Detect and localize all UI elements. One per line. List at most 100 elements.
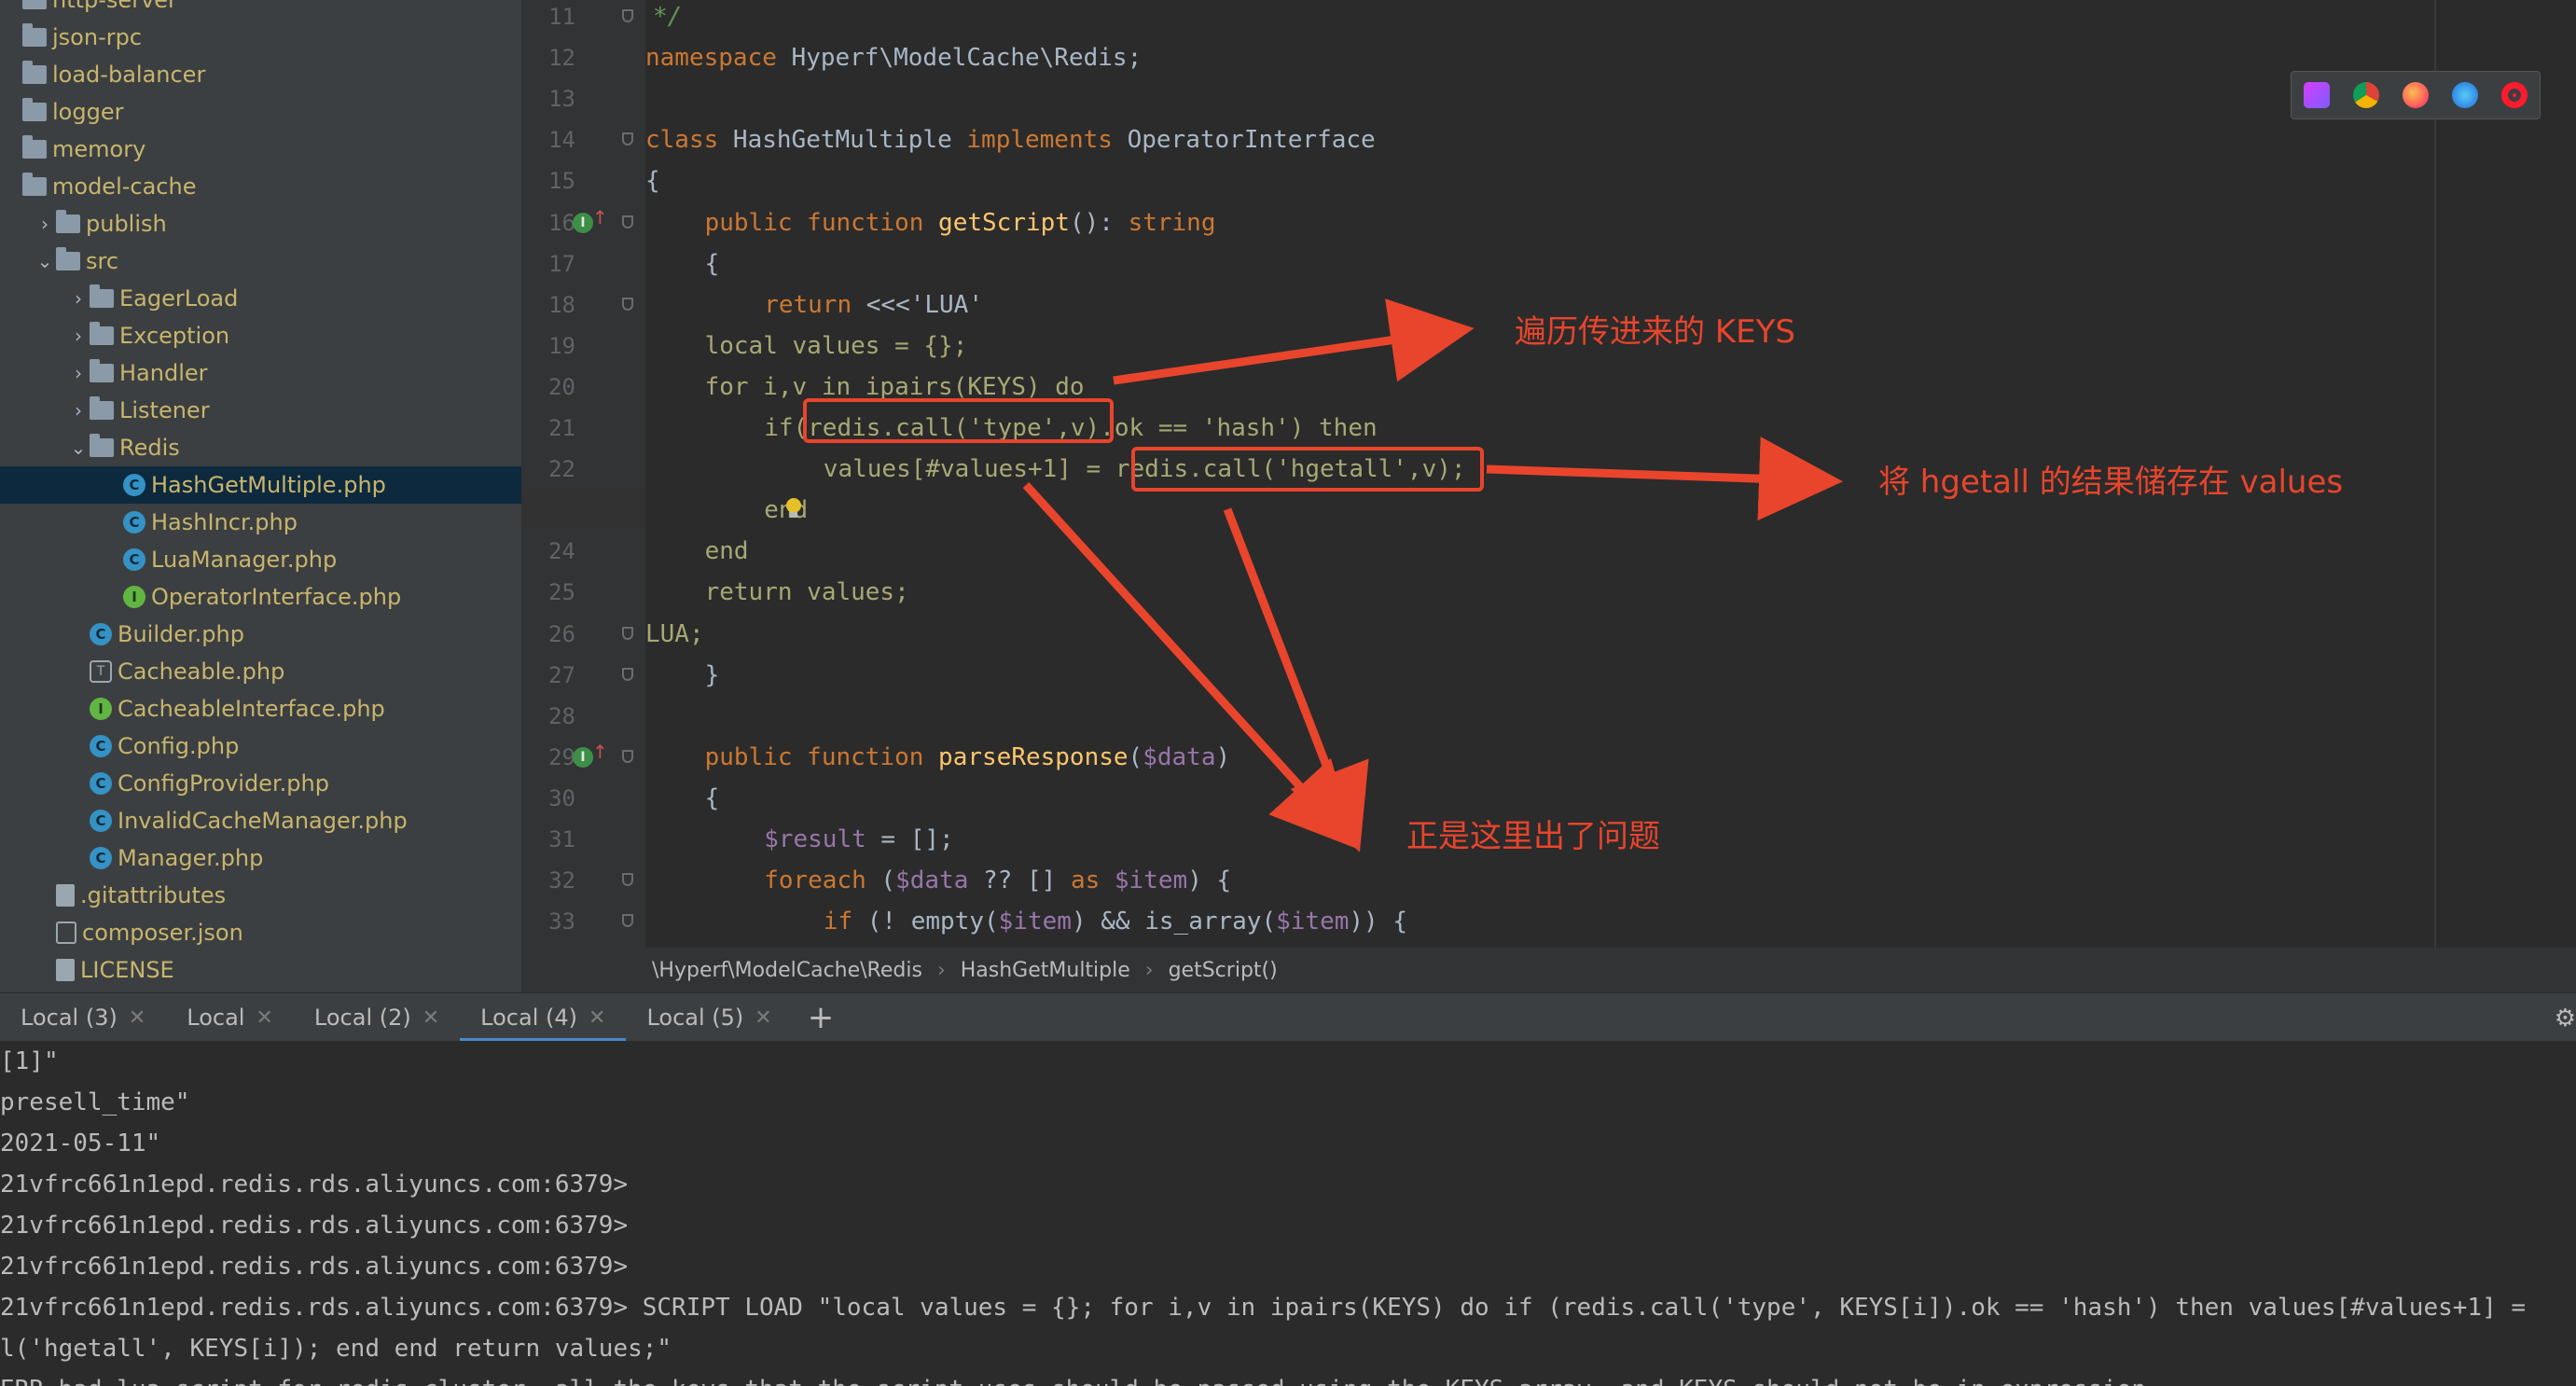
intention-bulb-icon[interactable] [783, 497, 804, 521]
code-line[interactable]: class HashGetMultiple implements Operato… [645, 119, 1376, 160]
line-number: 16 [548, 209, 575, 236]
tree-item[interactable]: http-server [0, 0, 521, 19]
tab-local-3[interactable]: Local (3) ✕ [0, 993, 166, 1042]
tree-item[interactable]: ⌄ src [0, 243, 521, 280]
annotation-problem-here: 正是这里出了问题 [1406, 818, 1660, 855]
tree-item[interactable]: › publish [0, 205, 521, 243]
implements-method-icon[interactable]: I [573, 212, 593, 233]
breadcrumb-method[interactable]: getScript() [1169, 959, 1278, 982]
code-line[interactable]: { [705, 243, 720, 284]
close-icon[interactable]: ✕ [589, 1006, 605, 1030]
code-line[interactable]: foreach ($data ?? [] as $item) { [764, 860, 1231, 901]
tree-item[interactable]: C HashGetMultiple.php [0, 466, 521, 504]
tree-item[interactable]: json-rpc [0, 19, 521, 56]
code-line[interactable]: LUA; [645, 614, 704, 655]
code-line[interactable]: local values = {}; [705, 326, 968, 367]
close-icon[interactable]: ✕ [422, 1006, 439, 1030]
terminal-output[interactable]: [1]" presell_time" 2021-05-11" 21vfrc661… [0, 1041, 2576, 1386]
breadcrumb-class[interactable]: HashGetMultiple [961, 959, 1130, 982]
breadcrumb-namespace[interactable]: \Hyperf\ModelCache\Redis [652, 959, 922, 982]
gutter-line: 13 [521, 78, 645, 119]
tree-item[interactable]: C Builder.php [0, 616, 521, 653]
line-number: 29 [548, 743, 575, 770]
code-line[interactable]: return values; [705, 572, 909, 613]
opera-icon[interactable] [2501, 82, 2528, 108]
code-line[interactable]: */ [653, 0, 682, 37]
fold-marker-icon[interactable] [622, 914, 633, 928]
code-line[interactable]: if (! empty($item) && is_array($item)) { [824, 901, 1407, 942]
tree-item[interactable]: .gitattributes [0, 877, 521, 914]
gutter-line: 16 I ↑ [521, 202, 645, 243]
firefox-icon[interactable] [2402, 82, 2429, 108]
tree-item[interactable]: › EagerLoad [0, 280, 521, 317]
phpstorm-icon[interactable] [2303, 82, 2330, 108]
tree-item[interactable]: LICENSE [0, 951, 521, 989]
gutter-line: 17 [521, 243, 645, 284]
code-line[interactable]: return <<<'LUA' [764, 284, 983, 326]
tree-item[interactable]: logger [0, 93, 521, 131]
tree-item[interactable]: model-cache [0, 168, 521, 205]
code-line[interactable]: $result = []; [764, 819, 954, 860]
fold-marker-icon[interactable] [622, 626, 633, 640]
safari-icon[interactable] [2452, 82, 2479, 108]
tree-item-label: LuaManager.php [151, 547, 338, 573]
tree-item[interactable]: C Manager.php [0, 839, 521, 877]
folder-icon [22, 173, 47, 196]
code-line[interactable]: end [705, 531, 749, 572]
tree-item[interactable]: I CacheableInterface.php [0, 690, 521, 728]
chevron-down-icon[interactable]: ⌄ [67, 429, 90, 466]
chevron-right-icon[interactable]: › [34, 205, 56, 243]
tree-item[interactable]: composer.json [0, 914, 521, 951]
fold-marker-icon[interactable] [622, 667, 633, 681]
tab-local[interactable]: Local ✕ [166, 993, 294, 1042]
new-tab-button[interactable]: + [793, 993, 850, 1042]
chevron-right-icon[interactable]: › [67, 354, 90, 392]
code-line[interactable]: namespace Hyperf\ModelCache\Redis; [645, 37, 1142, 78]
tab-local-2[interactable]: Local (2) ✕ [294, 993, 460, 1042]
tree-item[interactable]: C Config.php [0, 728, 521, 765]
chevron-right-icon[interactable]: › [67, 317, 90, 354]
chevron-right-icon[interactable]: › [67, 392, 90, 429]
gutter-line: 11 [521, 0, 645, 37]
code-line[interactable]: { [705, 778, 720, 819]
close-icon[interactable]: ✕ [256, 1006, 272, 1030]
tab-local-5[interactable]: Local (5) ✕ [626, 993, 792, 1042]
tree-item[interactable]: I OperatorInterface.php [0, 578, 521, 616]
code-line[interactable]: public function parseResponse($data) [705, 737, 1231, 778]
tree-item[interactable]: T Cacheable.php [0, 653, 521, 690]
tree-item[interactable]: C LuaManager.php [0, 541, 521, 578]
tree-item[interactable]: › Exception [0, 317, 521, 354]
tab-local-4[interactable]: Local (4) ✕ [460, 993, 627, 1042]
tree-item[interactable]: load-balancer [0, 56, 521, 93]
fold-marker-icon[interactable] [622, 132, 633, 146]
tree-item[interactable]: › Listener [0, 392, 521, 429]
terminal-tab-bar: Local (3) ✕ Local ✕ Local (2) ✕ Local (4) ✕ … [0, 992, 2576, 1042]
code-line[interactable]: public function getScript(): string [705, 202, 1216, 243]
fold-marker-icon[interactable] [622, 9, 633, 22]
fold-marker-icon[interactable] [622, 749, 633, 763]
gutter-line: 18 [521, 284, 645, 326]
tree-item[interactable]: C InvalidCacheManager.php [0, 802, 521, 839]
tree-item[interactable]: › Handler [0, 354, 521, 392]
chevron-right-icon: › [936, 958, 946, 982]
implements-method-icon[interactable]: I [573, 746, 593, 768]
code-token: foreach [764, 866, 881, 895]
code-line[interactable]: { [645, 160, 660, 201]
tree-item[interactable]: C HashIncr.php [0, 504, 521, 541]
fold-marker-icon[interactable] [622, 215, 633, 229]
chrome-icon[interactable] [2352, 82, 2379, 108]
fold-marker-icon[interactable] [622, 297, 633, 311]
code-line[interactable]: } [705, 655, 720, 696]
chevron-down-icon[interactable]: ⌄ [34, 243, 56, 280]
php-class-icon: C [123, 511, 145, 534]
gear-icon[interactable]: ⚙ [2555, 1005, 2576, 1033]
chevron-right-icon[interactable]: › [67, 280, 90, 317]
close-icon[interactable]: ✕ [755, 1006, 771, 1030]
tree-item[interactable]: C ConfigProvider.php [0, 765, 521, 802]
tree-item[interactable]: memory [0, 131, 521, 168]
fold-marker-icon[interactable] [622, 873, 633, 887]
editor-breadcrumb: \Hyperf\ModelCache\Redis › HashGetMultip… [521, 948, 2576, 992]
code-token: ( [984, 908, 999, 936]
tree-item[interactable]: ⌄ Redis [0, 429, 521, 466]
close-icon[interactable]: ✕ [129, 1006, 145, 1030]
